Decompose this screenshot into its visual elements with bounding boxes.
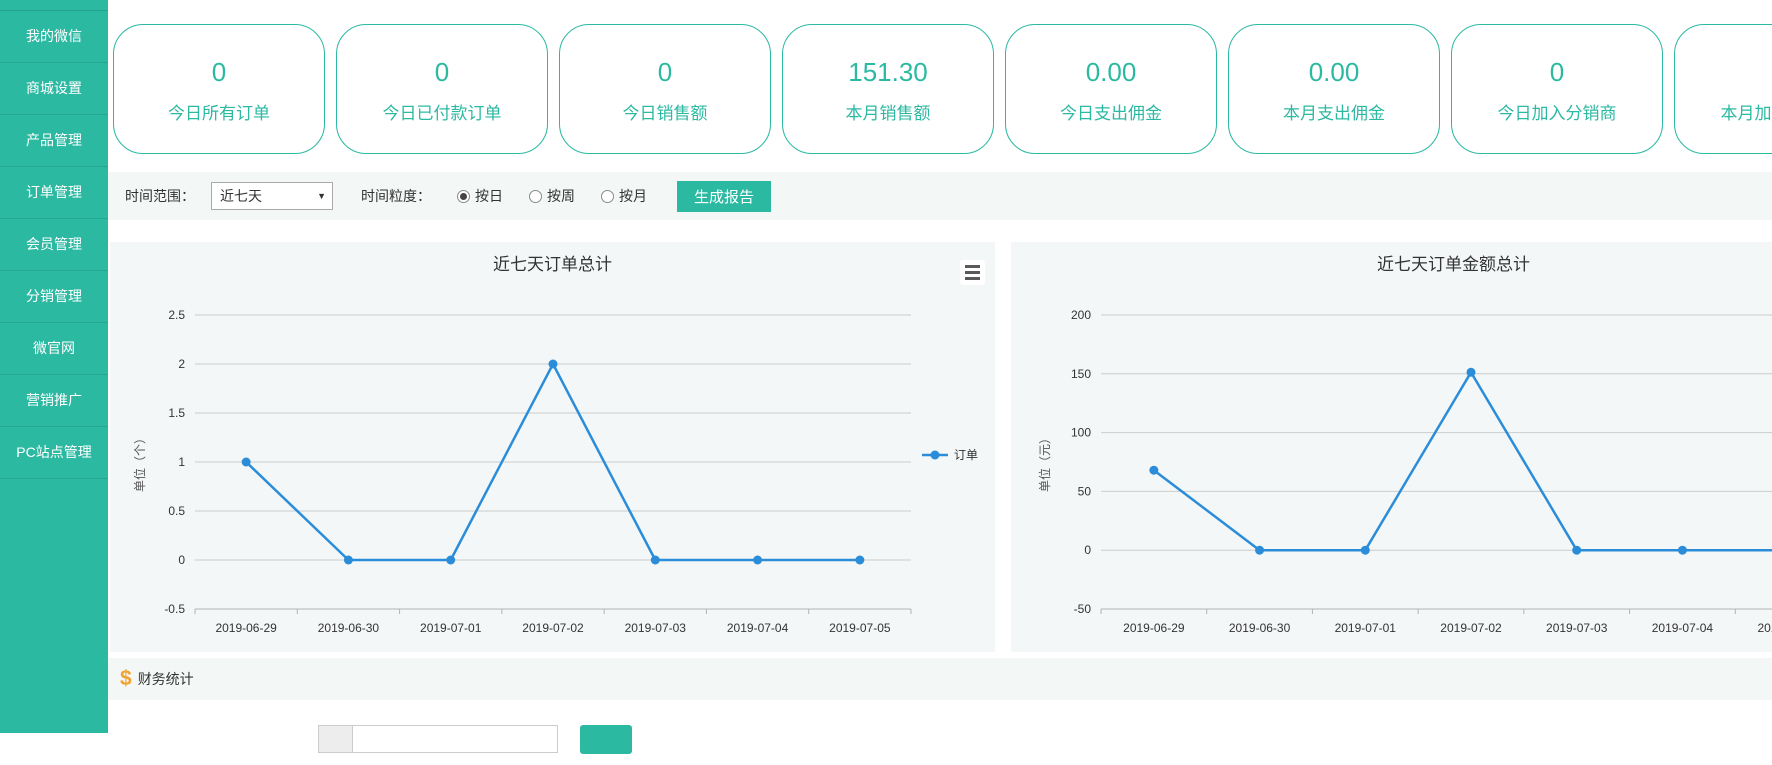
finance-search-input[interactable] xyxy=(352,725,558,753)
stat-label: 今日已付款订单 xyxy=(383,99,502,124)
stat-value: 0 xyxy=(435,55,449,89)
stat-value: 151.30 xyxy=(848,55,928,89)
svg-text:-0.5: -0.5 xyxy=(164,602,185,616)
stat-card-today-paid-orders: 0 今日已付款订单 xyxy=(336,24,548,154)
svg-text:2: 2 xyxy=(178,357,185,371)
stat-label: 本月支出佣金 xyxy=(1283,99,1385,124)
generate-report-button[interactable]: 生成报告 xyxy=(677,181,771,212)
svg-text:2019-07-01: 2019-07-01 xyxy=(1335,621,1397,635)
finance-section-header: $ 财务统计 xyxy=(108,658,1772,700)
main-content: 0 今日所有订单 0 今日已付款订单 0 今日销售额 151.30 本月销售额 … xyxy=(108,0,1772,733)
svg-text:1.5: 1.5 xyxy=(168,406,185,420)
sidebar-item-product-management[interactable]: 产品管理 xyxy=(0,115,108,167)
stat-label: 本月加入分销商 xyxy=(1721,99,1772,124)
stat-card-today-orders: 0 今日所有订单 xyxy=(113,24,325,154)
radio-circle-icon xyxy=(457,190,470,203)
finance-input-group xyxy=(318,725,558,753)
stat-card-today-new-distributors: 0 今日加入分销商 xyxy=(1451,24,1663,154)
sidebar-item-micro-site[interactable]: 微官网 xyxy=(0,323,108,375)
finance-section-title: 财务统计 xyxy=(138,669,194,689)
svg-text:100: 100 xyxy=(1071,426,1091,440)
radio-circle-icon xyxy=(529,190,542,203)
svg-text:2019-07-05: 2019-07-05 xyxy=(1757,621,1772,635)
svg-text:2019-07-02: 2019-07-02 xyxy=(1440,621,1502,635)
sidebar-item-order-management[interactable]: 订单管理 xyxy=(0,167,108,219)
svg-text:2019-07-05: 2019-07-05 xyxy=(829,621,891,635)
chevron-down-icon: ▼ xyxy=(317,191,326,201)
stat-value: 0 xyxy=(1550,55,1564,89)
orders-line-chart: 2.5 2 1.5 1 0.5 0 -0.5 2019-06-29 2019-06-30 2019… xyxy=(110,242,995,652)
stat-label: 今日销售额 xyxy=(623,99,708,124)
order-amount-line-chart: 200 150 100 50 0 -50 2019-06-29 2019-06-30 2019-… xyxy=(1011,242,1772,652)
filter-bar: 时间范围： 近七天 ▼ 时间粒度： 按日 按周 按月 生成报告 xyxy=(108,172,1772,220)
radio-label: 按周 xyxy=(547,186,575,206)
svg-text:2019-07-03: 2019-07-03 xyxy=(1546,621,1608,635)
time-range-select[interactable]: 近七天 ▼ xyxy=(211,182,333,210)
sidebar-item-mall-settings[interactable]: 商城设置 xyxy=(0,63,108,115)
stat-label: 本月销售额 xyxy=(846,99,931,124)
svg-text:单位（元）: 单位（元） xyxy=(1037,432,1052,492)
stat-card-month-sales: 151.30 本月销售额 xyxy=(782,24,994,154)
svg-text:2019-07-04: 2019-07-04 xyxy=(727,621,789,635)
stat-label: 今日支出佣金 xyxy=(1060,99,1162,124)
stat-cards-row: 0 今日所有订单 0 今日已付款订单 0 今日销售额 151.30 本月销售额 … xyxy=(113,24,1772,154)
stat-value: 0 xyxy=(212,55,226,89)
stat-value: 0.00 xyxy=(1309,55,1360,89)
svg-text:0: 0 xyxy=(178,553,185,567)
stat-card-today-sales: 0 今日销售额 xyxy=(559,24,771,154)
svg-text:2019-06-29: 2019-06-29 xyxy=(1123,621,1185,635)
time-range-label: 时间范围： xyxy=(125,186,195,206)
svg-text:2019-06-30: 2019-06-30 xyxy=(1229,621,1291,635)
stat-value: 0 xyxy=(658,55,672,89)
input-addon xyxy=(318,725,352,753)
finance-form-clipped xyxy=(108,725,1772,765)
sidebar-top-sliver xyxy=(0,0,108,11)
svg-text:2019-07-02: 2019-07-02 xyxy=(522,621,584,635)
svg-text:0: 0 xyxy=(1084,543,1091,557)
sidebar-item-marketing-promotion[interactable]: 营销推广 xyxy=(0,375,108,427)
dollar-icon: $ xyxy=(120,667,132,691)
svg-text:150: 150 xyxy=(1071,367,1091,381)
svg-text:单位（个）: 单位（个） xyxy=(132,432,147,492)
sidebar: 我的微信 商城设置 产品管理 订单管理 会员管理 分销管理 微官网 营销推广 P… xyxy=(0,0,108,733)
svg-text:-50: -50 xyxy=(1074,602,1092,616)
svg-text:2019-06-30: 2019-06-30 xyxy=(318,621,380,635)
finance-search-button[interactable] xyxy=(580,725,632,754)
radio-by-month[interactable]: 按月 xyxy=(601,186,647,206)
sidebar-item-pc-site-management[interactable]: PC站点管理 xyxy=(0,427,108,479)
stat-label: 今日所有订单 xyxy=(168,99,270,124)
stat-label: 今日加入分销商 xyxy=(1498,99,1617,124)
svg-text:2.5: 2.5 xyxy=(168,308,185,322)
granularity-label: 时间粒度： xyxy=(361,186,431,206)
svg-text:2019-07-04: 2019-07-04 xyxy=(1652,621,1714,635)
svg-text:2019-07-01: 2019-07-01 xyxy=(420,621,482,635)
sidebar-item-distribution-management[interactable]: 分销管理 xyxy=(0,271,108,323)
order-amount-chart-panel: 近七天订单金额总计 200150100500-502019-06-292019-… xyxy=(1011,242,1772,652)
time-range-selected-value: 近七天 xyxy=(220,186,262,206)
stat-value: 0.00 xyxy=(1086,55,1137,89)
svg-text:2019-06-29: 2019-06-29 xyxy=(215,621,277,635)
radio-label: 按日 xyxy=(475,186,503,206)
charts-row: 近七天订单总计 2.521.510.50-0.52019-06-292019-0… xyxy=(110,242,1772,652)
svg-text:1: 1 xyxy=(178,455,185,469)
stat-card-today-commission: 0.00 今日支出佣金 xyxy=(1005,24,1217,154)
orders-chart-panel: 近七天订单总计 2.521.510.50-0.52019-06-292019-0… xyxy=(110,242,995,652)
svg-text:订单: 订单 xyxy=(954,448,978,462)
radio-by-week[interactable]: 按周 xyxy=(529,186,575,206)
sidebar-item-my-wechat[interactable]: 我的微信 xyxy=(0,11,108,63)
svg-text:200: 200 xyxy=(1071,308,1091,322)
radio-label: 按月 xyxy=(619,186,647,206)
radio-circle-icon xyxy=(601,190,614,203)
svg-text:0.5: 0.5 xyxy=(168,504,185,518)
stat-card-month-commission: 0.00 本月支出佣金 xyxy=(1228,24,1440,154)
radio-by-day[interactable]: 按日 xyxy=(457,186,503,206)
svg-text:2019-07-03: 2019-07-03 xyxy=(625,621,687,635)
sidebar-item-member-management[interactable]: 会员管理 xyxy=(0,219,108,271)
stat-card-month-new-distributors: 0 本月加入分销商 xyxy=(1674,24,1772,154)
svg-text:50: 50 xyxy=(1078,484,1092,498)
